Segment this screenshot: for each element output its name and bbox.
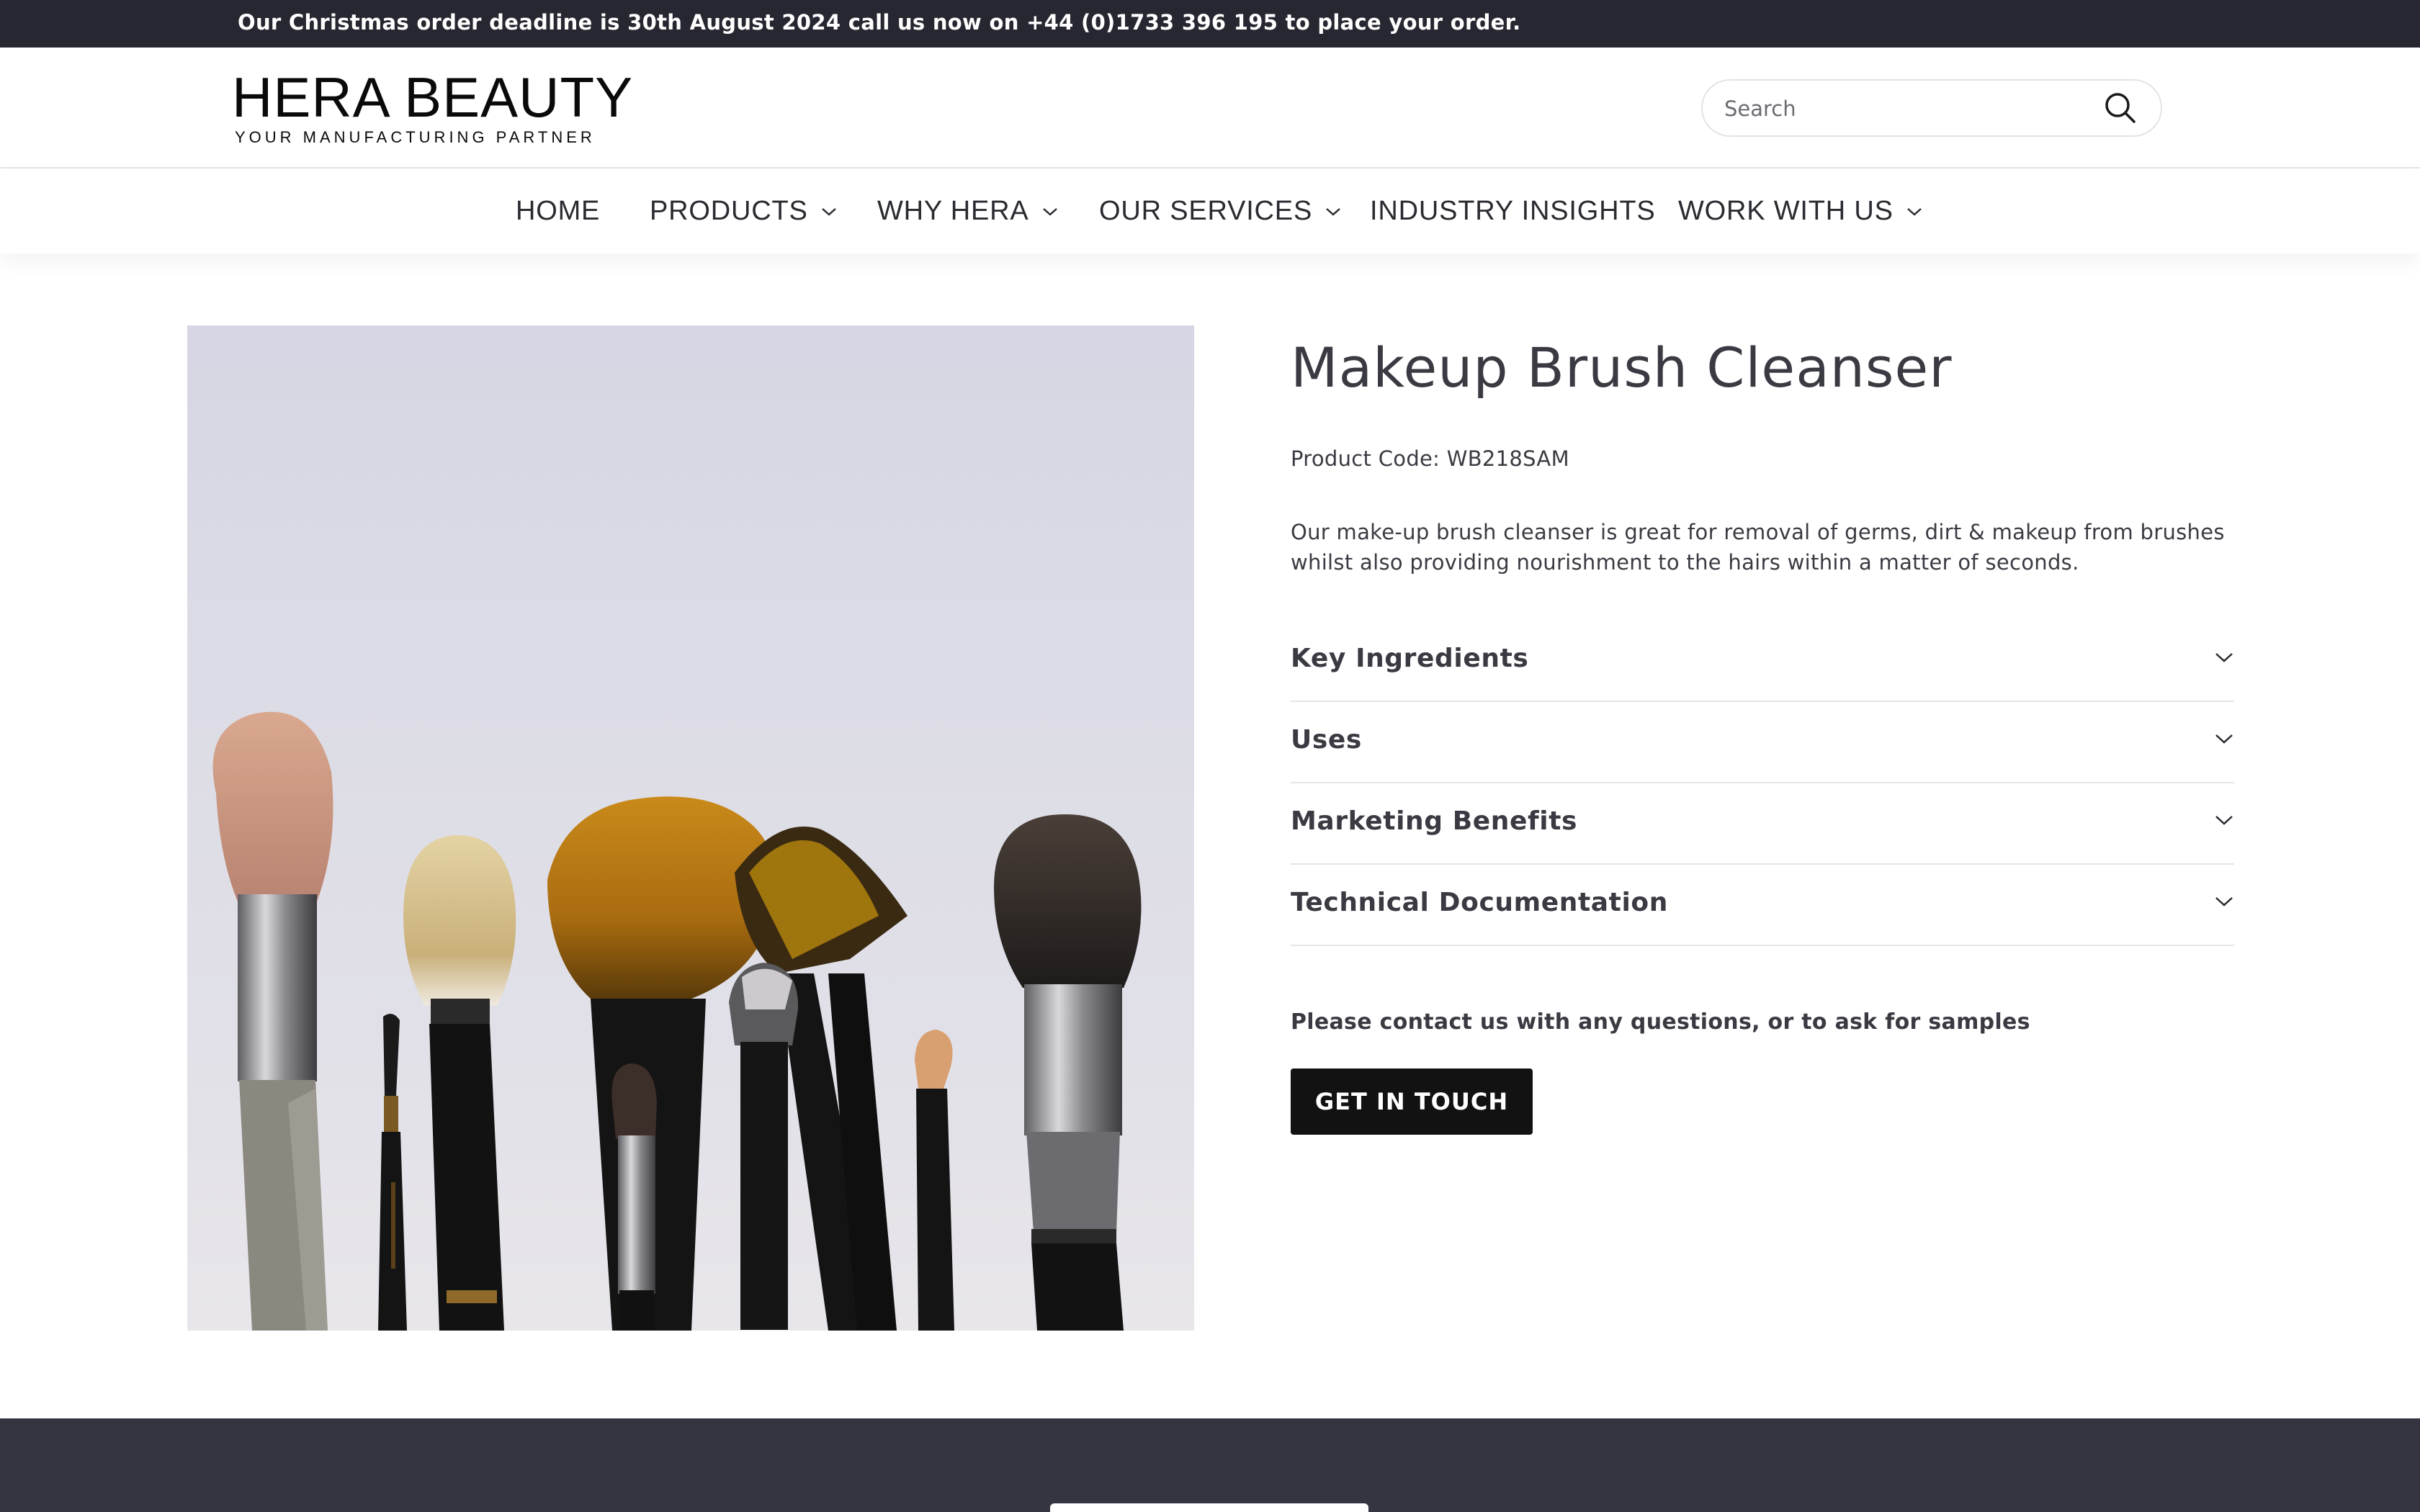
nav-item-products[interactable]: PRODUCTS: [650, 196, 837, 227]
makeup-brushes-illustration: [212, 711, 1142, 1331]
chevron-down-icon: [2215, 653, 2233, 662]
logo[interactable]: HERA BEAUTY YOUR MANUFACTURING PARTNER: [232, 68, 633, 147]
nav-item-label: HOME: [516, 196, 601, 226]
accordion-label: Marketing Benefits: [1291, 806, 1578, 836]
nav-item-label: OUR SERVICES: [1099, 196, 1313, 226]
search-input[interactable]: [1724, 91, 2099, 127]
site-header: HERA BEAUTY YOUR MANUFACTURING PARTNER: [0, 48, 2420, 168]
product-accordion: Key Ingredients Uses Marketing Benefits …: [1291, 621, 2234, 946]
nav-item-label: INDUSTRY INSIGHTS: [1370, 196, 1656, 226]
nav-item-home[interactable]: HOME: [516, 196, 600, 227]
footer-input-top[interactable]: [1050, 1503, 1368, 1512]
search-box[interactable]: [1701, 79, 2162, 137]
announcement-bar: Our Christmas order deadline is 30th Aug…: [0, 0, 2420, 48]
site-footer: [0, 1418, 2420, 1512]
nav-item-label: WHY HERA: [877, 196, 1029, 226]
accordion-marketing-benefits[interactable]: Marketing Benefits: [1291, 783, 2234, 865]
accordion-key-ingredients[interactable]: Key Ingredients: [1291, 621, 2234, 702]
product-image: [187, 325, 1194, 1331]
search-icon[interactable]: [2103, 91, 2138, 125]
accordion-label: Technical Documentation: [1291, 888, 1668, 917]
nav-item-our-services[interactable]: OUR SERVICES: [1099, 196, 1341, 227]
get-in-touch-button[interactable]: GET IN TOUCH: [1291, 1068, 1533, 1135]
chevron-down-icon: [2215, 897, 2233, 906]
nav-item-why-hera[interactable]: WHY HERA: [877, 196, 1058, 227]
accordion-label: Key Ingredients: [1291, 644, 1529, 673]
nav-item-industry-insights[interactable]: INDUSTRY INSIGHTS: [1370, 196, 1655, 227]
accordion-label: Uses: [1291, 725, 1362, 755]
chevron-down-icon: [1326, 207, 1340, 216]
chevron-down-icon: [1906, 207, 1922, 216]
chevron-down-icon: [2215, 816, 2233, 825]
logo-tagline: YOUR MANUFACTURING PARTNER: [235, 128, 596, 146]
main-nav: HOME PRODUCTS WHY HERA OUR SERVICES INDU…: [0, 170, 2420, 253]
chevron-down-icon: [821, 207, 836, 216]
chevron-down-icon: [1042, 207, 1057, 216]
accordion-uses[interactable]: Uses: [1291, 702, 2234, 783]
logo-main-text: HERA BEAUTY: [232, 66, 634, 129]
nav-item-label: PRODUCTS: [650, 196, 808, 226]
accordion-technical-documentation[interactable]: Technical Documentation: [1291, 865, 2234, 946]
nav-item-work-with-us[interactable]: WORK WITH US: [1678, 196, 1922, 227]
contact-prompt: Please contact us with any questions, or…: [1291, 1009, 2030, 1035]
chevron-down-icon: [2215, 734, 2233, 744]
product-description: Our make-up brush cleanser is great for …: [1291, 520, 2225, 575]
announcement-text: Our Christmas order deadline is 30th Aug…: [238, 10, 1521, 35]
product-title: Makeup Brush Cleanser: [1291, 336, 1953, 400]
product-code: Product Code: WB218SAM: [1291, 446, 1569, 471]
nav-item-label: WORK WITH US: [1678, 196, 1894, 226]
